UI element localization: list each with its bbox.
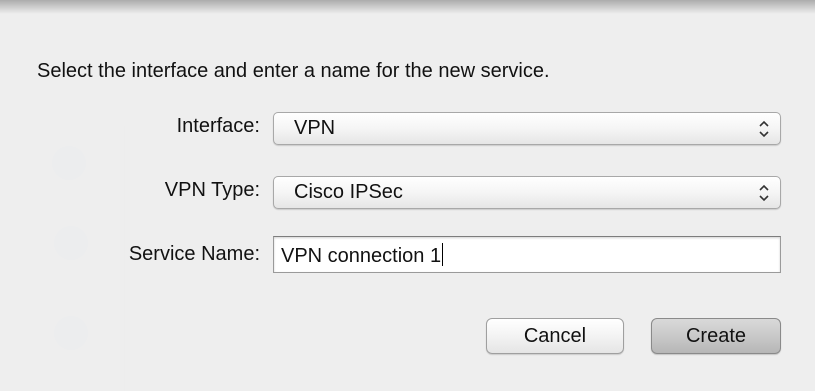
interface-popup-value: VPN xyxy=(294,117,336,139)
up-down-chevron-icon xyxy=(759,120,769,138)
up-down-chevron-icon xyxy=(759,184,769,202)
service-name-label: Service Name: xyxy=(128,243,260,265)
text-caret xyxy=(442,243,444,266)
new-service-sheet: Select the interface and enter a name fo… xyxy=(0,0,815,391)
service-name-text: VPN connection 1 xyxy=(281,245,442,267)
instruction-text: Select the interface and enter a name fo… xyxy=(37,60,550,82)
vpn-type-popup[interactable]: Cisco IPSec xyxy=(273,176,781,209)
service-name-field[interactable]: VPN connection 1 xyxy=(273,236,781,273)
sheet-top-shadow xyxy=(0,0,815,14)
interface-popup[interactable]: VPN xyxy=(273,112,781,145)
vpn-type-popup-value: Cisco IPSec xyxy=(294,181,403,203)
add-service-window: Select the interface and enter a name fo… xyxy=(0,0,815,391)
cancel-button[interactable]: Cancel xyxy=(486,318,624,354)
interface-label: Interface: xyxy=(176,115,260,137)
vpn-type-label: VPN Type: xyxy=(164,179,260,201)
service-name-value: VPN connection 1 xyxy=(281,243,444,268)
create-button[interactable]: Create xyxy=(651,318,781,354)
